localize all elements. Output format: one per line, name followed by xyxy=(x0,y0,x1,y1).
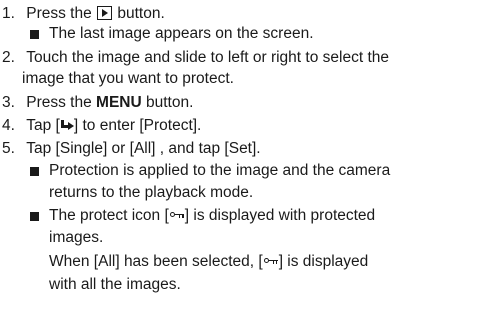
step-5: 5. Tap [Single] or [All] , and tap [Set]… xyxy=(2,140,261,158)
step-number: 5. xyxy=(2,140,15,157)
step-number: 3. xyxy=(2,94,15,111)
step-text-pre: Tap [ xyxy=(26,117,60,134)
bullet-square xyxy=(30,167,39,176)
note-step1: The last image appears on the screen. xyxy=(49,25,314,42)
step-1: 1. Press the button. xyxy=(2,5,165,23)
note-text-post: ] is displayed xyxy=(278,253,369,270)
step-text-post: button. xyxy=(146,94,194,111)
key-icon xyxy=(169,210,184,220)
step-number: 2. xyxy=(2,49,15,66)
play-icon xyxy=(97,6,113,20)
note-text-pre: The protect icon [ xyxy=(49,207,169,224)
step-2: 2. Touch the image and slide to left or … xyxy=(2,49,389,67)
step-text: Tap [Single] or [All] , and tap [Set]. xyxy=(26,140,261,157)
note-step5-c: When [All] has been selected, [ ] is disp… xyxy=(49,253,368,271)
bullet-square xyxy=(30,212,39,221)
note-step5-b: The protect icon [ ] is displayed with pr… xyxy=(49,207,375,225)
instruction-page: 1. Press the button. The last image appe… xyxy=(0,0,500,328)
step-number: 1. xyxy=(2,5,15,22)
note-text-pre: When [All] has been selected, [ xyxy=(49,253,263,270)
note-step5-c-line2: with all the images. xyxy=(49,276,181,293)
step-number: 4. xyxy=(2,117,15,134)
bullet-square xyxy=(30,30,39,39)
step-text: Touch the image and slide to left or rig… xyxy=(26,49,389,66)
step-text-post: ] to enter [Protect]. xyxy=(73,117,202,134)
key-icon xyxy=(263,256,278,266)
enter-icon xyxy=(60,119,74,131)
step-4: 4. Tap [ ] to enter [Protect]. xyxy=(2,117,201,135)
step-2-continued: image that you want to protect. xyxy=(22,70,234,87)
step-text-pre: Press the xyxy=(26,94,92,111)
note-step5-a-line2: returns to the playback mode. xyxy=(49,184,254,201)
note-step5-b-line2: images. xyxy=(49,229,104,246)
step-text-post: button. xyxy=(117,5,165,22)
note-step5-a-line1: Protection is applied to the image and t… xyxy=(49,162,391,179)
step-3: 3. Press the MENU button. xyxy=(2,94,193,112)
step-text-pre: Press the xyxy=(26,5,92,22)
note-text-post: ] is displayed with protected xyxy=(184,207,376,224)
menu-button-label: MENU xyxy=(96,94,142,111)
